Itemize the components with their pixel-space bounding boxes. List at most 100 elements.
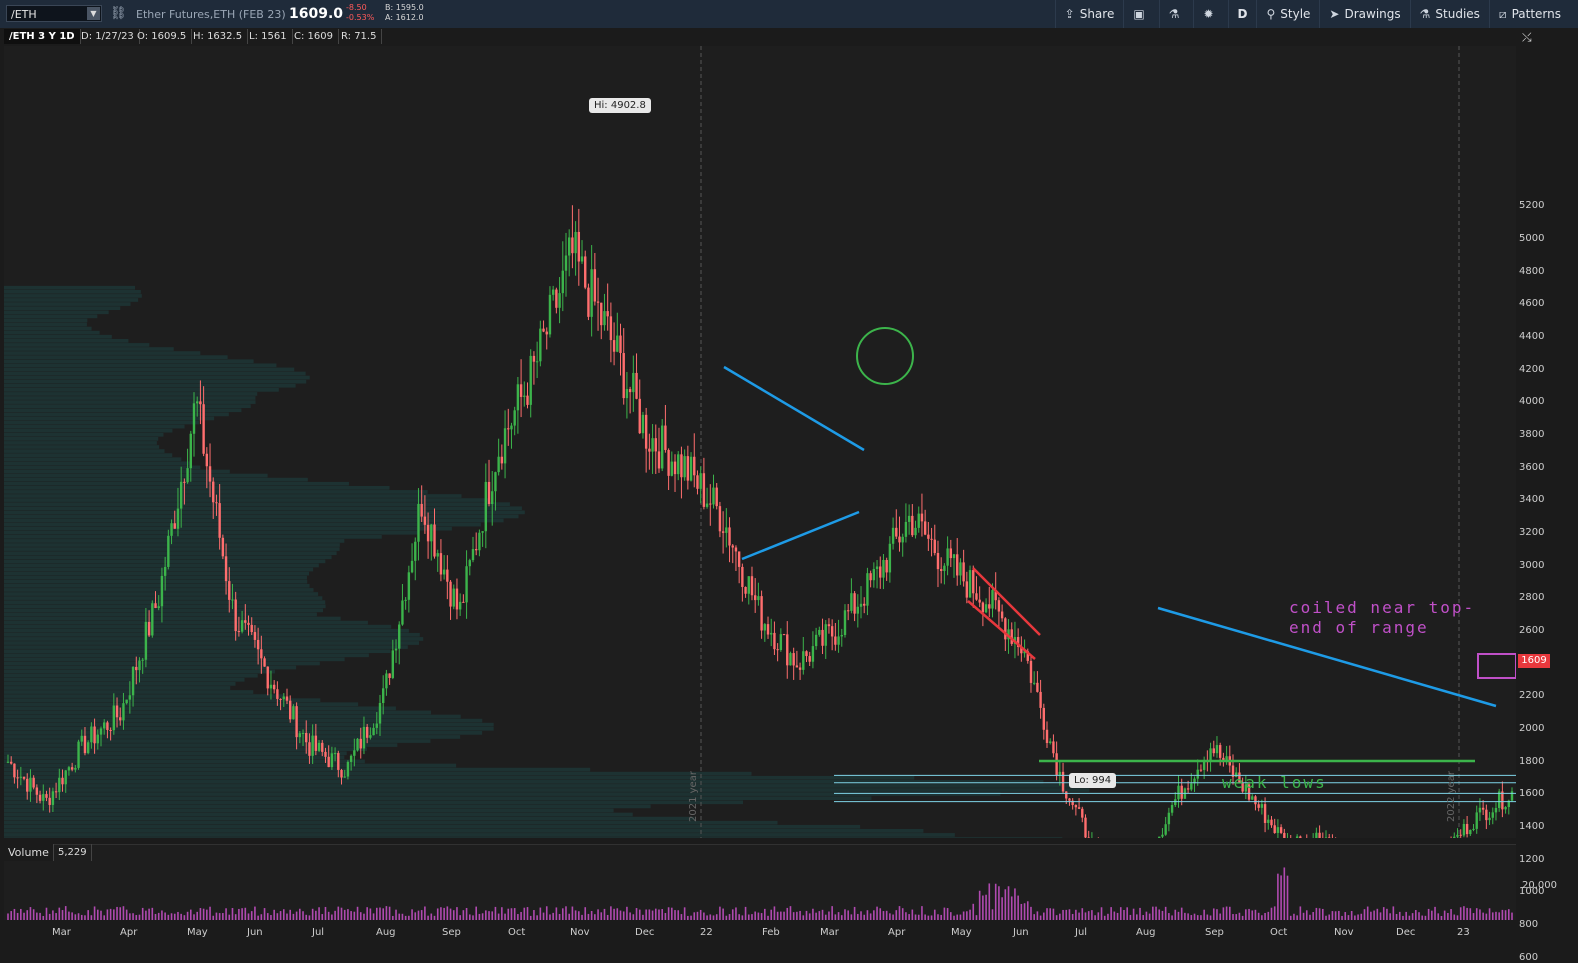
candle-body — [664, 425, 667, 450]
volume-value: 5,229 — [54, 844, 92, 861]
candle-body — [981, 602, 985, 613]
volume-pane[interactable] — [4, 844, 1516, 920]
candle-body — [42, 794, 45, 801]
candle-body — [702, 473, 706, 507]
annotation-coiled-1: coiled near top- — [1289, 598, 1476, 617]
volume-bar — [513, 908, 516, 920]
volume-bar — [1036, 911, 1039, 920]
volume-bar — [940, 914, 942, 920]
volume-bar — [937, 914, 939, 920]
volume-bar — [1447, 912, 1449, 920]
candle-body — [436, 553, 439, 557]
top-toolbar: /ETH ▼ ⛓ Ether Futures,ETH (FEB 23) 1609… — [0, 0, 1578, 29]
volume-bar — [1347, 915, 1350, 920]
volume-bar — [71, 912, 73, 920]
net-change: -8.50 — [346, 3, 367, 12]
candle-body — [1186, 788, 1190, 790]
crosshair-toggle-icon[interactable]: ⤯ — [1522, 30, 1532, 45]
candle-body — [1032, 682, 1036, 684]
candle-body — [1497, 791, 1501, 808]
candle-body — [266, 666, 269, 689]
candle-body — [654, 438, 657, 452]
candle-body — [590, 269, 593, 317]
patterns-button[interactable]: ⧄ Patterns — [1488, 0, 1570, 28]
link-icon[interactable]: ⛓ — [110, 6, 127, 21]
candle-body — [154, 603, 157, 609]
volume-profile-bar — [4, 816, 695, 821]
volume-bar — [1129, 914, 1132, 920]
price-chart-pane[interactable] — [4, 46, 1516, 838]
candle-body — [846, 610, 850, 612]
volume-profile-bar — [4, 661, 320, 666]
volume-bar — [866, 910, 869, 920]
volume-bar — [1152, 906, 1154, 920]
volume-bar — [1414, 910, 1417, 920]
candle-body — [737, 551, 741, 567]
candle-body — [183, 481, 186, 483]
candle-body — [1199, 769, 1203, 771]
volume-profile-bar — [4, 420, 199, 425]
volume-bar — [1299, 906, 1302, 920]
candle-body — [535, 361, 539, 363]
volume-profile-bar — [4, 645, 408, 649]
volume-bar — [1007, 886, 1010, 920]
candle-body — [70, 767, 74, 770]
volume-bar — [1097, 912, 1100, 920]
volume-bar — [581, 914, 583, 920]
candle-body — [285, 696, 289, 701]
candle-body — [356, 738, 359, 751]
studies-button[interactable]: ⚗ Studies — [1409, 0, 1489, 28]
candle-body — [920, 513, 924, 522]
volume-bar — [289, 909, 292, 920]
candle-body — [196, 401, 199, 404]
volume-profile-bar — [4, 710, 432, 715]
candle-body — [340, 769, 343, 778]
volume-bar — [876, 906, 878, 920]
volume-bar — [1245, 909, 1247, 920]
volume-bar — [584, 907, 587, 920]
volume-bar — [1030, 906, 1032, 920]
layout-button[interactable]: ▣ — [1123, 0, 1158, 28]
drawings-button[interactable]: ➤ Drawings — [1319, 0, 1409, 28]
candle-body — [58, 777, 61, 793]
volume-bar — [93, 906, 96, 920]
volume-bar — [821, 909, 824, 920]
aggregation-button[interactable]: D — [1227, 0, 1257, 28]
volume-bar — [452, 910, 455, 920]
candle-body — [401, 600, 404, 625]
volume-bar — [1161, 910, 1164, 920]
volume-bar — [151, 907, 154, 920]
settings-button[interactable]: ✹ — [1193, 0, 1227, 28]
y-tick-label: 600 — [1519, 951, 1539, 963]
volume-bar — [1370, 911, 1372, 920]
volume-bar — [671, 907, 673, 920]
volume-bar — [1286, 875, 1289, 920]
volume-profile-bar — [4, 751, 347, 756]
volume-bar — [1251, 910, 1254, 920]
volume-bar — [234, 914, 237, 920]
candle-body — [811, 646, 815, 662]
candle-body — [167, 535, 170, 567]
volume-bar — [629, 912, 631, 920]
volume-bar — [1270, 907, 1273, 920]
volume-bar — [988, 883, 991, 920]
style-button[interactable]: ⚲ Style — [1256, 0, 1319, 28]
volume-bar — [1309, 914, 1311, 920]
y-tick-label: 4600 — [1519, 298, 1545, 310]
symbol-input[interactable]: /ETH ▼ — [6, 5, 102, 22]
flask-button[interactable]: ⚗ — [1158, 0, 1194, 28]
volume-bar — [622, 911, 625, 920]
candle-body — [853, 593, 856, 614]
volume-bar — [1472, 913, 1475, 920]
volume-bar — [1222, 907, 1225, 920]
candle-body — [407, 572, 411, 600]
volume-bar — [706, 915, 708, 920]
volume-bar — [1212, 908, 1215, 920]
volume-bar — [1046, 908, 1048, 920]
symbol-dropdown-icon[interactable]: ▼ — [87, 7, 100, 20]
volume-bar — [1055, 915, 1058, 920]
candle-body — [430, 524, 433, 542]
share-button[interactable]: ⇪ Share — [1054, 0, 1124, 28]
volume-bar — [991, 909, 994, 920]
candle-body — [301, 732, 305, 734]
